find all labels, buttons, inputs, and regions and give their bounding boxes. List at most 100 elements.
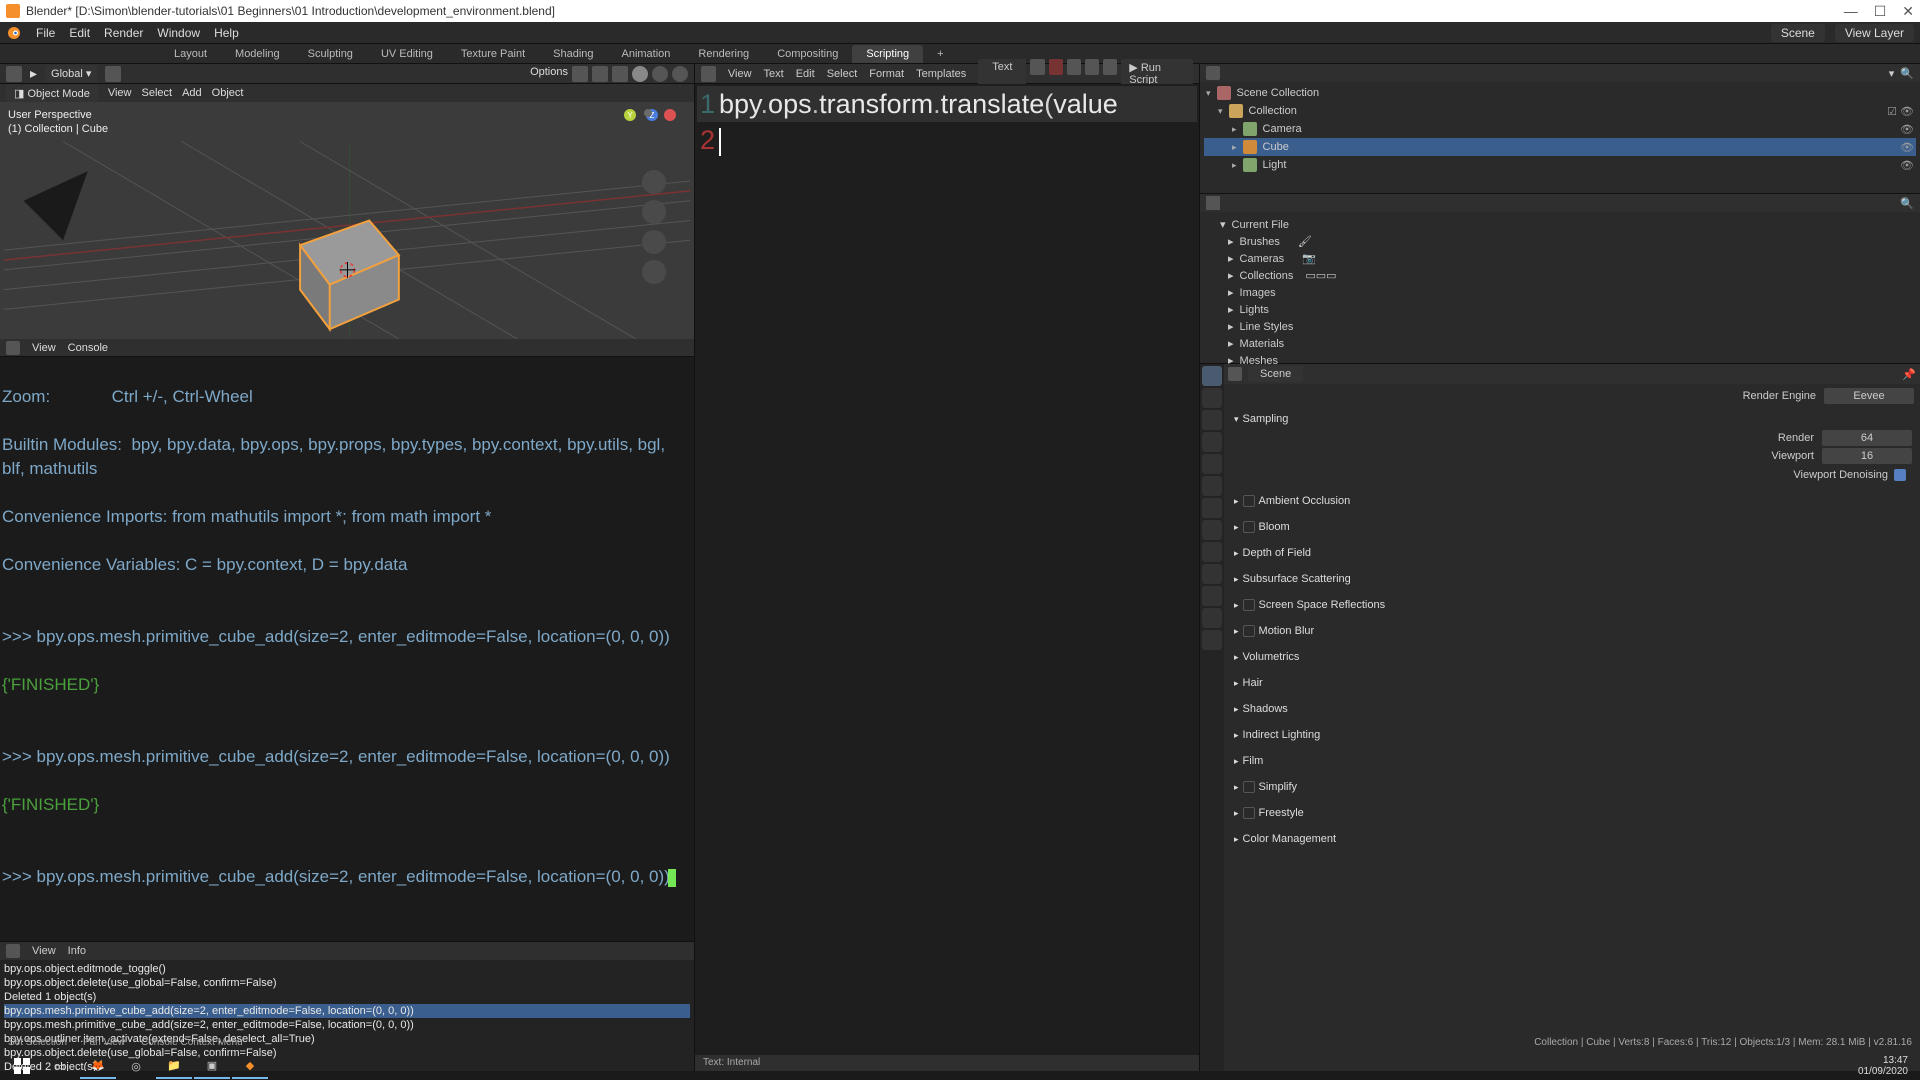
row-images[interactable]: Images bbox=[1240, 287, 1276, 299]
outliner-scene-collection[interactable]: Scene Collection bbox=[1237, 87, 1320, 99]
info-line[interactable]: Deleted 1 object(s) bbox=[4, 990, 690, 1004]
section-bloom[interactable]: Bloom bbox=[1259, 521, 1290, 533]
info-line[interactable]: bpy.ops.mesh.primitive_cube_add(size=2, … bbox=[4, 1018, 690, 1032]
section-film[interactable]: Film bbox=[1243, 755, 1264, 767]
props-tab-modifiers[interactable] bbox=[1202, 498, 1222, 518]
firefox-icon[interactable]: 🦊 bbox=[80, 1053, 116, 1079]
props-tab-output[interactable] bbox=[1202, 388, 1222, 408]
console-type-icon[interactable] bbox=[6, 341, 20, 355]
nav-gizmo[interactable]: Z Y bbox=[624, 109, 684, 289]
viewport-menu-view[interactable]: View bbox=[108, 87, 132, 99]
close-button[interactable]: ✕ bbox=[1902, 3, 1914, 20]
viewport-menu-add[interactable]: Add bbox=[182, 87, 202, 99]
txt-menu-edit[interactable]: Edit bbox=[796, 68, 815, 80]
txt-menu-view[interactable]: View bbox=[728, 68, 752, 80]
viewport-3d[interactable]: ▸ Global ▾ Options ◨ Object Mode View Se… bbox=[0, 64, 694, 339]
console-menu-view[interactable]: View bbox=[32, 342, 56, 354]
row-materials[interactable]: Materials bbox=[1240, 338, 1285, 350]
console-output[interactable]: Zoom: Ctrl +/-, Ctrl-Wheel Builtin Modul… bbox=[0, 357, 694, 941]
editor-type-icon[interactable] bbox=[6, 66, 22, 82]
props-tab-scene[interactable] bbox=[1202, 432, 1222, 452]
section-dof[interactable]: Depth of Field bbox=[1243, 547, 1311, 559]
shading-wire-icon[interactable] bbox=[612, 66, 628, 82]
menu-edit[interactable]: Edit bbox=[69, 26, 90, 40]
tab-layout[interactable]: Layout bbox=[160, 45, 221, 63]
maximize-button[interactable]: ☐ bbox=[1874, 3, 1887, 20]
row-linestyles[interactable]: Line Styles bbox=[1240, 321, 1294, 333]
outliner-light[interactable]: Light bbox=[1263, 159, 1287, 171]
explorer-icon[interactable]: 📁 bbox=[156, 1053, 192, 1079]
txt-menu-select[interactable]: Select bbox=[827, 68, 858, 80]
ortho-toggle-icon[interactable] bbox=[642, 260, 666, 284]
wordwrap-icon[interactable] bbox=[1085, 59, 1099, 75]
tab-modeling[interactable]: Modeling bbox=[221, 45, 294, 63]
filter-icon[interactable]: ▾ bbox=[1889, 67, 1895, 80]
sampling-viewport[interactable]: 16 bbox=[1822, 448, 1912, 464]
orientation-dropdown[interactable]: Global ▾ bbox=[45, 65, 97, 82]
viewport-menu-select[interactable]: Select bbox=[141, 87, 172, 99]
python-console[interactable]: View Console Zoom: Ctrl +/-, Ctrl-Wheel … bbox=[0, 339, 694, 941]
props-tab-particles[interactable] bbox=[1202, 520, 1222, 540]
currentfile-title[interactable]: Current File bbox=[1232, 219, 1289, 231]
info-line[interactable]: bpy.ops.object.delete(use_global=False, … bbox=[4, 976, 690, 990]
line-numbers-icon[interactable] bbox=[1067, 59, 1081, 75]
row-brushes[interactable]: Brushes bbox=[1240, 236, 1280, 248]
section-ssr[interactable]: Screen Space Reflections bbox=[1259, 599, 1386, 611]
viewlayer-selector[interactable]: View Layer bbox=[1835, 24, 1914, 42]
info-line[interactable]: bpy.ops.mesh.primitive_cube_add(size=2, … bbox=[4, 1004, 690, 1018]
shading-rendered-icon[interactable] bbox=[672, 66, 688, 82]
outliner-cube[interactable]: Cube bbox=[1263, 141, 1289, 153]
outliner-camera[interactable]: Camera bbox=[1263, 123, 1302, 135]
section-hair[interactable]: Hair bbox=[1243, 677, 1263, 689]
section-indir[interactable]: Indirect Lighting bbox=[1243, 729, 1321, 741]
outliner-type-icon[interactable] bbox=[1206, 66, 1220, 80]
props-type-icon[interactable] bbox=[1228, 367, 1242, 381]
info-menu-view[interactable]: View bbox=[32, 945, 56, 957]
options-dropdown[interactable]: Options bbox=[530, 66, 568, 82]
outliner[interactable]: ▾ 🔍 ▾Scene Collection ▾Collection☑ 👁 ▸Ca… bbox=[1200, 64, 1920, 194]
tab-shading[interactable]: Shading bbox=[539, 45, 607, 63]
obs-icon[interactable]: ◎ bbox=[118, 1053, 154, 1079]
pan-icon[interactable] bbox=[642, 200, 666, 224]
tab-compositing[interactable]: Compositing bbox=[763, 45, 852, 63]
sampling-render[interactable]: 64 bbox=[1822, 430, 1912, 446]
shading-solid-icon[interactable] bbox=[632, 66, 648, 82]
section-mblur[interactable]: Motion Blur bbox=[1259, 625, 1315, 637]
shading-matprev-icon[interactable] bbox=[652, 66, 668, 82]
row-cameras[interactable]: Cameras bbox=[1240, 253, 1285, 265]
info-line[interactable]: bpy.ops.object.editmode_toggle() bbox=[4, 962, 690, 976]
menu-help[interactable]: Help bbox=[214, 26, 239, 40]
section-freestyle[interactable]: Freestyle bbox=[1259, 807, 1304, 819]
zoom-icon[interactable] bbox=[642, 170, 666, 194]
tab-add[interactable]: + bbox=[923, 45, 957, 63]
txt-menu-text[interactable]: Text bbox=[764, 68, 784, 80]
pin-icon[interactable]: 📌 bbox=[1902, 368, 1916, 381]
unlink-text-icon[interactable] bbox=[1049, 59, 1063, 75]
taskview-button[interactable]: ▭ bbox=[42, 1053, 78, 1079]
denoise-checkbox[interactable] bbox=[1894, 469, 1906, 481]
viewport-menu-object[interactable]: Object bbox=[212, 87, 244, 99]
tab-uvediting[interactable]: UV Editing bbox=[367, 45, 447, 63]
mode-dropdown[interactable]: ◨ Object Mode bbox=[6, 85, 98, 102]
snap-icon[interactable] bbox=[105, 66, 121, 82]
txt-menu-templates[interactable]: Templates bbox=[916, 68, 966, 80]
minimize-button[interactable]: — bbox=[1844, 3, 1858, 20]
txt-menu-format[interactable]: Format bbox=[869, 68, 904, 80]
text-editor[interactable]: View Text Edit Select Format Templates T… bbox=[695, 64, 1200, 1071]
info-type-icon[interactable] bbox=[6, 944, 20, 958]
section-sss[interactable]: Subsurface Scattering bbox=[1243, 573, 1351, 585]
overlay-icon[interactable] bbox=[572, 66, 588, 82]
section-ao[interactable]: Ambient Occlusion bbox=[1259, 495, 1351, 507]
syntax-icon[interactable] bbox=[1103, 59, 1117, 75]
section-sampling[interactable]: Sampling bbox=[1243, 413, 1289, 425]
section-shadows[interactable]: Shadows bbox=[1243, 703, 1288, 715]
console-menu-console[interactable]: Console bbox=[68, 342, 108, 354]
tab-sculpting[interactable]: Sculpting bbox=[294, 45, 367, 63]
props-tab-physics[interactable] bbox=[1202, 542, 1222, 562]
row-lights[interactable]: Lights bbox=[1240, 304, 1269, 316]
info-menu-info[interactable]: Info bbox=[68, 945, 86, 957]
search-icon[interactable]: 🔍 bbox=[1900, 197, 1914, 210]
section-simplify[interactable]: Simplify bbox=[1259, 781, 1298, 793]
props-tabs[interactable] bbox=[1200, 364, 1224, 1071]
section-vol[interactable]: Volumetrics bbox=[1243, 651, 1300, 663]
